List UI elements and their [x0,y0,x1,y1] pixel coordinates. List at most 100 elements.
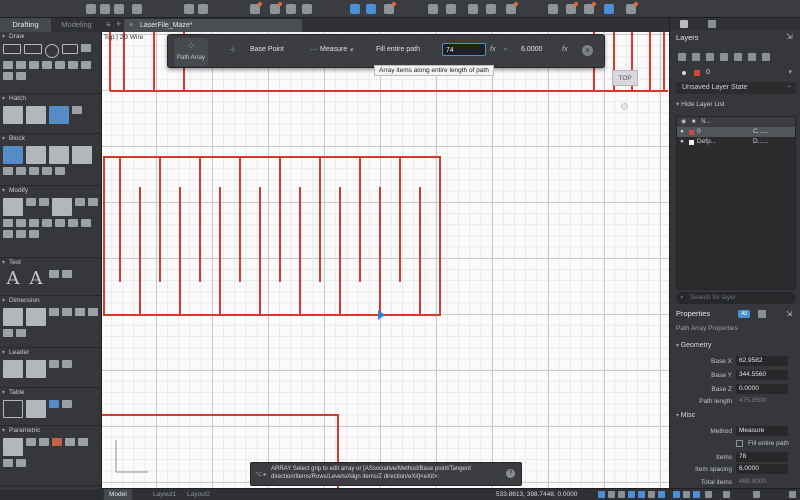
point-icon[interactable] [68,61,78,69]
symmetric-icon[interactable] [16,459,26,467]
horizontal-icon[interactable] [65,438,75,446]
prop-value[interactable]: 62.9582 [736,356,788,366]
hide-layer-list-toggle[interactable]: ▾ Hide Layer List [676,100,796,110]
boundary-icon[interactable] [49,106,69,124]
text-icon[interactable]: A [26,270,46,288]
lock-icon[interactable] [52,438,62,446]
layer-color-swatch[interactable] [689,140,694,145]
orbit-icon[interactable] [506,2,518,14]
gradient-icon[interactable] [26,106,46,124]
new-tab-icon[interactable]: + [116,19,121,29]
arc-icon[interactable] [81,44,91,52]
prop-value[interactable]: 344.5560 [736,370,788,380]
undo-icon[interactable] [184,4,194,14]
block-tool-4-icon[interactable] [42,167,52,175]
panel-undock-icon[interactable]: ⇲ [786,32,793,41]
offset-icon[interactable] [29,219,39,227]
import-icon[interactable] [302,4,312,14]
panel-undock-icon[interactable]: ⇲ [786,308,792,320]
render-icon[interactable] [548,4,558,14]
spacing-field[interactable]: 6.0000 [518,43,554,56]
join-icon[interactable] [16,230,26,238]
grid-tab-icon[interactable] [708,20,716,28]
extract-data-icon[interactable] [62,400,72,408]
misc-group[interactable]: Misc [676,412,695,419]
stretch-icon[interactable] [55,219,65,227]
revcloud-icon[interactable] [3,72,13,80]
extend-icon[interactable] [68,219,78,227]
data-link-icon[interactable] [49,400,59,408]
close-tab-icon[interactable]: × [129,19,133,32]
attribute-icon[interactable] [72,146,92,164]
items-fx-button[interactable]: fx [490,46,495,53]
grid-toggle-icon[interactable] [598,491,605,498]
xline-icon[interactable] [42,61,52,69]
tab-layout1[interactable]: Layout1 [148,489,181,500]
print-icon[interactable] [286,4,296,14]
tab-model[interactable]: Model [104,489,132,500]
prop-value[interactable]: 78 [736,452,788,462]
measure-dropdown[interactable]: Measure [320,46,347,53]
current-layer-dropdown[interactable]: 0 ▾ [676,67,796,79]
prop-value[interactable]: 0.0000 [736,384,788,394]
workspace-switch-icon[interactable] [753,491,760,498]
fill-path-checkbox[interactable] [736,440,743,447]
region-icon[interactable] [16,72,26,80]
new-layer-icon[interactable] [678,53,686,61]
layer-iso-icon[interactable] [748,53,756,61]
mtext-icon[interactable]: A [3,270,23,288]
chamfer-icon[interactable] [16,219,26,227]
help-icon[interactable]: ? [506,469,515,478]
transparency-icon[interactable] [683,491,690,498]
layout-icon[interactable] [350,4,360,14]
ortho-toggle-icon[interactable] [618,491,625,498]
all-filter-button[interactable]: All [738,310,750,318]
aligned-dim-icon[interactable] [26,308,46,326]
radius-dim-icon[interactable] [49,308,59,316]
dim-style-icon[interactable] [16,329,26,337]
view-icon[interactable] [366,4,376,14]
palette-head[interactable]: Modify [0,186,101,196]
match-properties-icon[interactable] [446,4,456,14]
vertical-icon[interactable] [78,438,88,446]
add-leader-icon[interactable] [49,360,59,368]
new-file-icon[interactable] [86,4,96,14]
layer-row[interactable]: ● 0 C...... [677,127,795,137]
column-name-header[interactable]: N... [701,119,710,125]
publish-icon[interactable] [270,2,282,14]
ellipse-icon[interactable] [16,61,26,69]
palette-head[interactable]: Text [0,258,101,268]
compass-icon[interactable]: ⚙ [620,102,629,113]
explode-icon[interactable] [81,219,91,227]
lineweight-toggle-icon[interactable] [658,491,665,498]
path-array-button[interactable]: ⁘ Path Array [174,38,208,66]
circle-icon[interactable] [45,44,59,58]
redo-icon[interactable] [198,4,208,14]
array-icon[interactable] [42,219,52,227]
delete-layer-icon[interactable] [706,53,714,61]
break-icon[interactable] [29,230,39,238]
linear-dim-icon[interactable] [3,308,23,326]
polyline-icon[interactable] [24,44,42,54]
scale-icon[interactable] [723,491,730,498]
properties-icon[interactable] [428,4,438,14]
base-point-button[interactable]: Base Point [250,46,284,53]
create-block-icon[interactable] [26,146,46,164]
layer-color-swatch[interactable] [689,130,694,135]
continue-dim-icon[interactable] [88,308,98,316]
quick-dim-icon[interactable] [3,329,13,337]
isolate-icon[interactable] [705,491,712,498]
equal-icon[interactable] [3,459,13,467]
table-icon[interactable] [3,400,23,418]
copy-icon[interactable] [75,198,85,206]
xref-icon[interactable] [384,2,396,14]
set-current-icon[interactable] [720,53,728,61]
ray-icon[interactable] [55,61,65,69]
line-icon[interactable] [3,44,21,54]
osnap-toggle-icon[interactable] [638,491,645,498]
close-icon[interactable]: × [582,45,593,56]
snap-toggle-icon[interactable] [608,491,615,498]
customize-icon[interactable] [789,491,796,498]
palette-head[interactable]: Hatch [0,94,101,104]
items-count-field[interactable]: 74 [442,43,486,56]
